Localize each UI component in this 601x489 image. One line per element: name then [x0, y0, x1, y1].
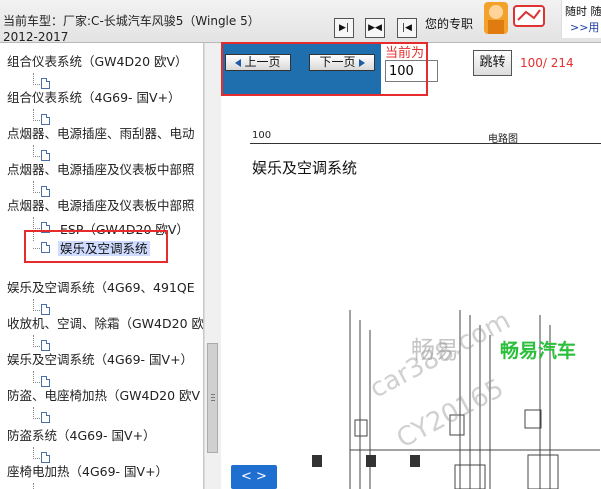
tree-item[interactable]: 娱乐及空调系统（4G69- 国V+） — [7, 350, 193, 370]
tree-item[interactable]: 座椅电加热（4G69- 国V+） — [7, 462, 168, 482]
category-tree: 组合仪表系统（GW4D20 欧V） 组合仪表系统（4G69- 国V+） 点烟器、… — [0, 43, 204, 489]
tree-item[interactable]: 点烟器、电源插座、雨刮器、电动 — [7, 124, 195, 144]
tree-item[interactable]: 收放机、空调、除霜（GW4D20 欧 — [7, 314, 204, 334]
tree-item[interactable]: 防盗系统（4G69- 国V+） — [7, 426, 156, 446]
tree-item-label: 点烟器、电源插座及仪表板中部照 — [7, 162, 195, 177]
ad-banner[interactable]: 随时 随 >>用 — [561, 0, 601, 38]
scrollbar-thumb[interactable] — [207, 343, 218, 453]
tree-item-label: 防盗、电座椅加热（GW4D20 欧V — [7, 388, 201, 403]
tree-item-label: 组合仪表系统（GW4D20 欧V） — [7, 54, 188, 69]
page-nav-button[interactable]: < > — [231, 465, 277, 489]
toolbar-highlight-box — [221, 42, 428, 96]
tree-line — [33, 418, 40, 419]
tree-item-label: 组合仪表系统（4G69- 国V+） — [7, 90, 181, 105]
tree-item[interactable]: 组合仪表系统（GW4D20 欧V） — [7, 52, 188, 72]
tree-item[interactable]: 防盗、电座椅加热（GW4D20 欧V — [7, 386, 200, 406]
tree-line — [33, 458, 40, 459]
tree-scrollbar[interactable] — [204, 43, 221, 489]
tree-item[interactable]: 组合仪表系统（4G69- 国V+） — [7, 88, 181, 108]
tree-item-label: 娱乐及空调系统（4G69、491QE — [7, 280, 195, 295]
tree-item-label: 座椅电加热（4G69- 国V+） — [7, 464, 169, 479]
first-page-button[interactable]: ▶| — [334, 18, 354, 38]
ad-text: 您的专职 — [425, 17, 474, 31]
tree-item[interactable]: 娱乐及空调系统（4G69、491QE — [7, 278, 195, 298]
car-label: 当前车型： — [3, 14, 64, 28]
scroll-grip — [211, 394, 215, 395]
mechanic-logo-icon — [484, 2, 545, 34]
tree-item[interactable]: 点烟器、电源插座及仪表板中部照 — [7, 196, 195, 216]
scroll-grip — [211, 400, 215, 401]
watermark-brand: 畅易汽车 — [500, 340, 577, 362]
car-value: 厂家:C-长城汽车风骏5（Wingle 5） — [63, 14, 260, 28]
jump-button[interactable]: 跳转 — [473, 50, 512, 76]
tree-line — [33, 228, 40, 229]
ad-right-link[interactable]: >>用 — [570, 19, 599, 35]
tree-line — [33, 382, 40, 383]
tree-line — [33, 192, 40, 193]
tree-line — [33, 156, 40, 157]
tree-line — [33, 120, 40, 121]
selected-item-highlight-box — [24, 230, 168, 263]
circuit-diagram — [312, 310, 600, 489]
document-header-rule — [250, 143, 601, 144]
tree-item-label: 娱乐及空调系统（4G69- 国V+） — [7, 352, 194, 367]
car-info: 当前车型：厂家:C-长城汽车风骏5（Wingle 5） 2012-2017 — [3, 13, 321, 42]
tree-line — [33, 483, 34, 489]
document-icon[interactable] — [41, 412, 50, 423]
ad-right-line1: 随时 随 — [565, 5, 601, 18]
car-year: 2012-2017 — [3, 30, 69, 42]
page-count: 100/ 214 — [520, 56, 574, 70]
scroll-grip — [211, 397, 215, 398]
top-bar: 当前车型：厂家:C-长城汽车风骏5（Wingle 5） 2012-2017 ▶|… — [0, 0, 601, 43]
document-page-number: 100 — [252, 130, 272, 141]
toggle-view-button[interactable]: ▶◀ — [365, 18, 385, 38]
tree-item-label: 点烟器、电源插座、雨刮器、电动 — [7, 126, 195, 141]
last-page-button[interactable]: |◀ — [397, 18, 417, 38]
document-title: 娱乐及空调系统 — [252, 159, 358, 177]
tree-item-label: 收放机、空调、除霜（GW4D20 欧 — [7, 316, 204, 331]
tree-item-label: 点烟器、电源插座及仪表板中部照 — [7, 198, 195, 213]
tree-line — [33, 346, 40, 347]
tree-item-label: 防盗系统（4G69- 国V+） — [7, 428, 156, 443]
tree-item[interactable]: 点烟器、电源插座及仪表板中部照 — [7, 160, 195, 180]
tree-line — [33, 84, 40, 85]
tree-line — [33, 310, 40, 311]
